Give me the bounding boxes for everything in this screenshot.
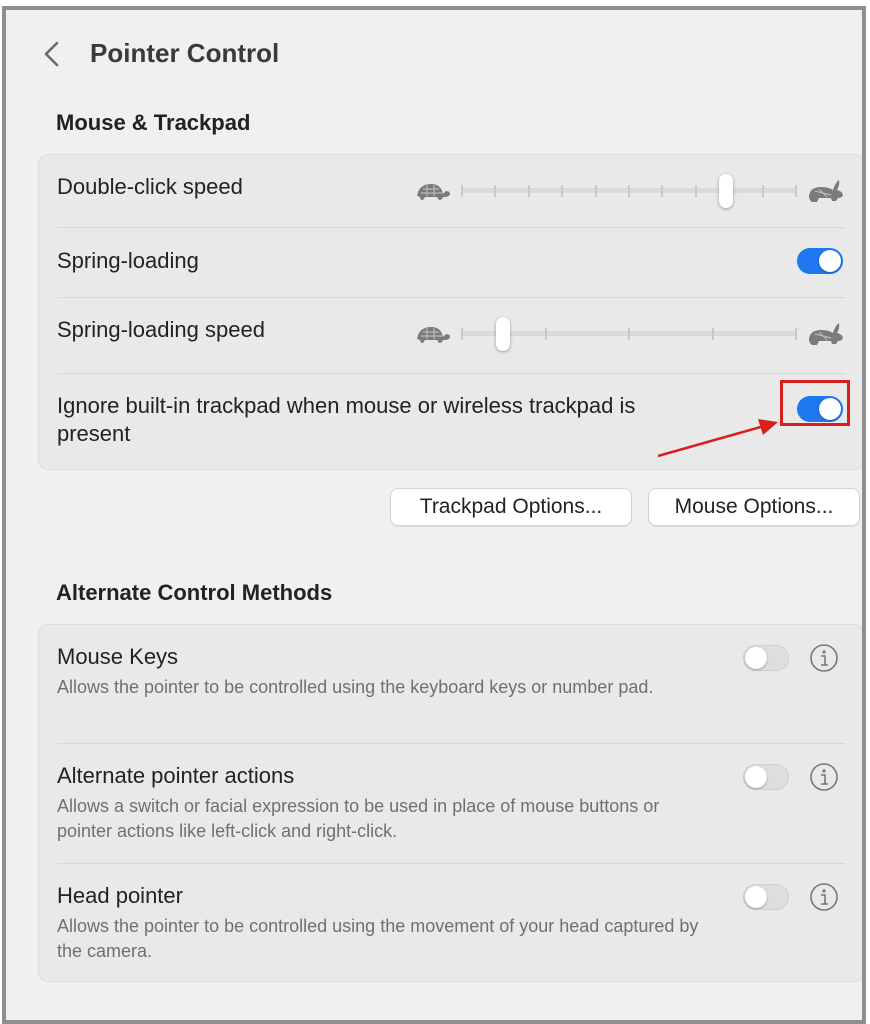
double-click-speed-slider[interactable] [461, 174, 797, 208]
slider-tick [461, 328, 463, 340]
slider-tick [461, 185, 463, 197]
info-icon[interactable] [809, 762, 839, 792]
annotation-arrow-icon [657, 419, 778, 458]
alternate-pointer-actions-toggle[interactable] [743, 764, 789, 790]
spring-loading-speed-label: Spring-loading speed [57, 317, 265, 342]
double-click-speed-label: Double-click speed [57, 174, 243, 199]
header: Pointer Control [6, 10, 862, 100]
toggle-knob [745, 886, 767, 908]
row-spring-loading-speed: Spring-loading speed [57, 298, 845, 372]
slider-tick [795, 185, 797, 197]
alternate-control-card: Mouse Keys Allows the pointer to be cont… [38, 624, 862, 982]
section-title-mouse-trackpad: Mouse & Trackpad [56, 110, 251, 135]
slider-thumb[interactable] [718, 174, 733, 208]
turtle-icon [417, 184, 450, 200]
spring-loading-label: Spring-loading [57, 248, 199, 273]
slider-tick [628, 185, 630, 197]
info-icon[interactable] [809, 643, 839, 673]
turtle-icon [417, 327, 450, 343]
slider-tick [544, 328, 547, 340]
section-title-alternate-control: Alternate Control Methods [56, 580, 333, 605]
row-spring-loading: Spring-loading [57, 228, 845, 296]
settings-window: Pointer Control Mouse & Trackpad Double-… [2, 6, 866, 1024]
rabbit-icon [809, 323, 843, 345]
row-mouse-keys: Mouse Keys Allows the pointer to be cont… [57, 625, 845, 743]
ignore-trackpad-label: Ignore built-in trackpad when mouse or w… [57, 393, 636, 446]
row-head-pointer: Head pointer Allows the pointer to be co… [57, 864, 845, 980]
slider-tick [694, 185, 697, 197]
slider-tick [527, 185, 530, 197]
head-pointer-label: Head pointer [57, 883, 183, 908]
rabbit-icon [809, 180, 843, 202]
head-pointer-toggle[interactable] [743, 884, 789, 910]
slider-tick [494, 185, 497, 197]
spring-loading-toggle[interactable] [797, 248, 843, 274]
row-double-click-speed: Double-click speed [57, 155, 845, 227]
chevron-left-icon[interactable] [40, 38, 64, 70]
slider-tick [711, 328, 714, 340]
page-title: Pointer Control [90, 38, 280, 68]
toggle-knob [745, 766, 767, 788]
mouse-keys-description: Allows the pointer to be controlled usin… [57, 677, 654, 697]
slider-tick [628, 328, 630, 340]
mouse-keys-label: Mouse Keys [57, 644, 179, 669]
alternate-pointer-actions-description: Allows a switch or facial expression to … [57, 796, 660, 841]
info-icon[interactable] [809, 882, 839, 912]
slider-tick [561, 185, 564, 197]
slider-tick [594, 185, 597, 197]
head-pointer-description: Allows the pointer to be controlled usin… [57, 916, 699, 961]
slider-tick [761, 185, 764, 197]
toggle-knob [819, 250, 841, 272]
slider-tick [795, 328, 797, 340]
mouse-keys-toggle[interactable] [743, 645, 789, 671]
row-alternate-pointer-actions: Alternate pointer actions Allows a switc… [57, 744, 845, 862]
slider-tick [661, 185, 664, 197]
slider-thumb[interactable] [496, 317, 511, 351]
trackpad-options-button[interactable]: Trackpad Options... [390, 488, 632, 526]
spring-loading-speed-slider[interactable] [461, 317, 797, 351]
mouse-options-button[interactable]: Mouse Options... [648, 488, 860, 526]
toggle-knob [745, 647, 767, 669]
annotation-highlight-box [780, 380, 850, 426]
alternate-pointer-actions-label: Alternate pointer actions [57, 763, 295, 788]
